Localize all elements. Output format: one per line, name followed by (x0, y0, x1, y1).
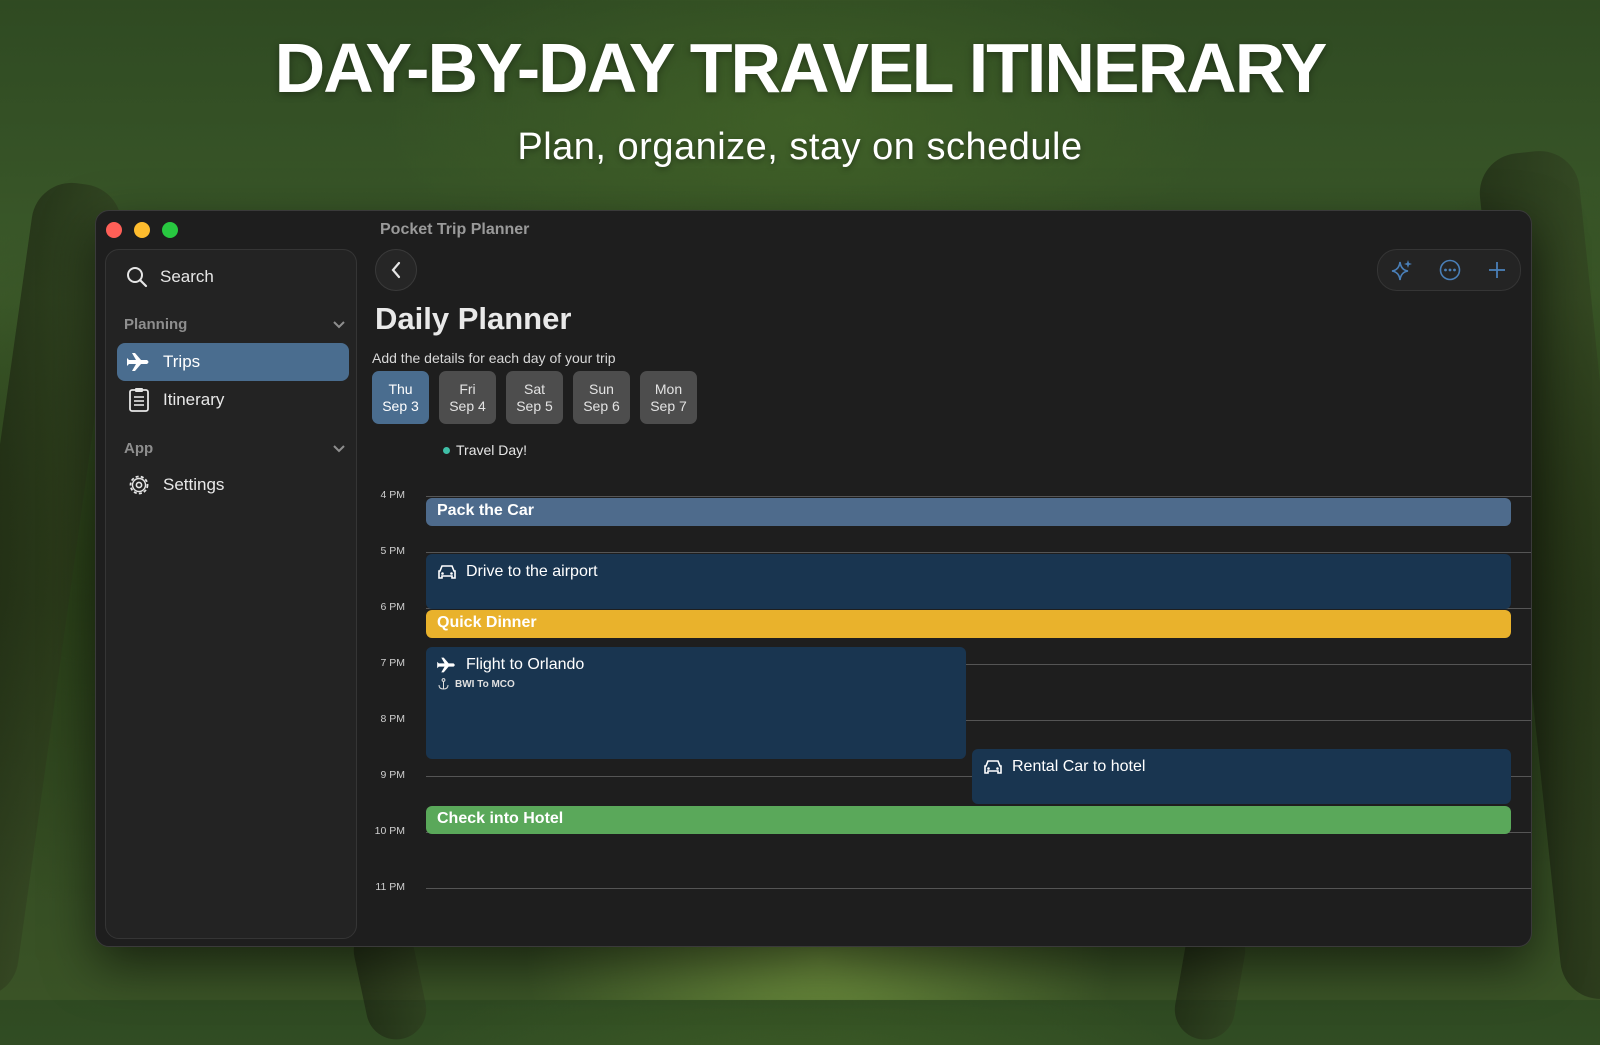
zoom-window-button[interactable] (162, 222, 178, 238)
app-window: Pocket Trip Planner Search Planning Trip… (95, 210, 1532, 947)
airplane-icon (127, 353, 149, 371)
airplane-icon (437, 657, 455, 673)
event-detail: BWI To MCO (438, 678, 515, 690)
main-content: Daily Planner Add the details for each d… (371, 249, 1531, 946)
event-drive-to-airport[interactable]: Drive to the airport (426, 554, 1511, 609)
event-pack-the-car[interactable]: Pack the Car (426, 498, 1511, 526)
chevron-down-icon (333, 320, 345, 328)
hour-label: 8 PM (380, 713, 405, 725)
event-title: Pack the Car (437, 502, 534, 519)
hour-label: 9 PM (380, 769, 405, 781)
hour-label: 10 PM (374, 825, 405, 837)
section-app-label: App (124, 440, 154, 457)
event-row: Flight to Orlando (437, 656, 584, 674)
sidebar-item-itinerary[interactable]: Itinerary (117, 381, 349, 419)
event-detail-text: BWI To MCO (455, 678, 515, 690)
section-planning[interactable]: Planning (124, 316, 346, 333)
car-icon (984, 760, 1002, 774)
car-icon (438, 565, 456, 579)
search-label: Search (160, 267, 214, 286)
hour-label: 5 PM (380, 545, 405, 557)
search-icon (127, 267, 148, 288)
sidebar-item-label: Itinerary (163, 390, 225, 409)
sidebar: Search Planning Trips Itinerary App Sett… (105, 249, 357, 939)
hero-title: DAY-BY-DAY TRAVEL ITINERARY (274, 29, 1328, 107)
hour-label: 4 PM (380, 489, 405, 501)
hour-gridline (426, 552, 1531, 553)
event-check-into-hotel[interactable]: Check into Hotel (426, 806, 1511, 834)
sidebar-item-label: Trips (163, 352, 201, 371)
hero-subtitle: Plan, organize, stay on schedule (517, 126, 1083, 168)
event-row: Rental Car to hotel (983, 758, 1145, 776)
hour-label: 6 PM (380, 601, 405, 613)
timeline: 4 PM 5 PM 6 PM 7 PM 8 PM 9 PM 10 PM 11 P… (371, 249, 1531, 946)
sidebar-item-trips[interactable]: Trips (117, 343, 349, 381)
event-rental-car-to-hotel[interactable]: Rental Car to hotel (972, 749, 1511, 804)
hour-gridline (426, 888, 1531, 889)
anchor-icon (438, 678, 449, 690)
minimize-window-button[interactable] (134, 222, 150, 238)
sidebar-item-settings[interactable]: Settings (117, 466, 349, 504)
section-planning-label: Planning (124, 316, 188, 333)
sidebar-item-label: Settings (163, 475, 225, 494)
clipboard-icon (129, 388, 149, 412)
event-title: Quick Dinner (437, 614, 537, 631)
window-title: Pocket Trip Planner (380, 221, 530, 238)
event-flight-to-orlando[interactable]: Flight to Orlando BWI To MCO (426, 647, 966, 759)
close-window-button[interactable] (106, 222, 122, 238)
event-quick-dinner[interactable]: Quick Dinner (426, 610, 1511, 638)
sidebar-search[interactable]: Search (126, 266, 214, 288)
section-app[interactable]: App (124, 440, 346, 457)
event-title: Rental Car to hotel (1012, 758, 1146, 775)
hour-label: 11 PM (375, 881, 405, 893)
event-title: Check into Hotel (437, 810, 564, 827)
event-title: Drive to the airport (466, 563, 598, 580)
event-title: Flight to Orlando (466, 656, 585, 673)
event-row: Drive to the airport (437, 563, 598, 581)
chevron-down-icon (333, 444, 345, 452)
gear-icon (129, 475, 149, 495)
hour-label: 7 PM (380, 657, 405, 669)
hour-gridline (426, 496, 1531, 497)
